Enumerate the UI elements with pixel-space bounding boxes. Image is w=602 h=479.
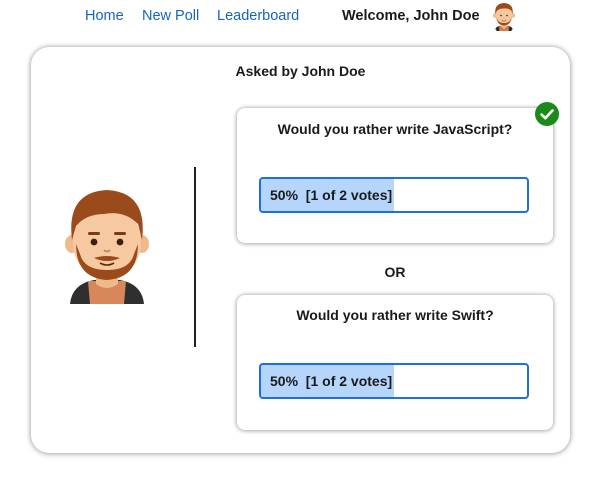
user-avatar-icon [493,3,515,31]
nav-link-new-poll[interactable]: New Poll [142,8,199,24]
option-text: Would you rather write Swift? [296,307,494,323]
option-card-swift: Would you rather write Swift? 50% [1 of … [237,295,553,430]
nav-link-leaderboard[interactable]: Leaderboard [217,8,299,24]
result-bar: 50% [1 of 2 votes] [259,363,529,399]
nav-link-home[interactable]: Home [85,8,124,24]
result-label: 50% [1 of 2 votes] [270,373,393,389]
welcome-text: Welcome, John Doe [342,8,480,24]
option-card-javascript: Would you rather write JavaScript? 50% [… [237,108,553,243]
vertical-divider [194,167,196,347]
top-nav: Home New Poll Leaderboard Welcome, John … [0,0,602,34]
result-bar: 50% [1 of 2 votes] [259,177,529,213]
asked-by-label: Asked by John Doe [235,63,366,79]
result-label: 50% [1 of 2 votes] [270,187,393,203]
poll-card: Asked by John Doe Would you rather write… [31,47,570,453]
option-text: Would you rather write JavaScript? [277,121,513,137]
author-avatar-icon [65,190,149,304]
checkmark-icon [535,102,559,126]
or-separator: OR [384,264,406,280]
